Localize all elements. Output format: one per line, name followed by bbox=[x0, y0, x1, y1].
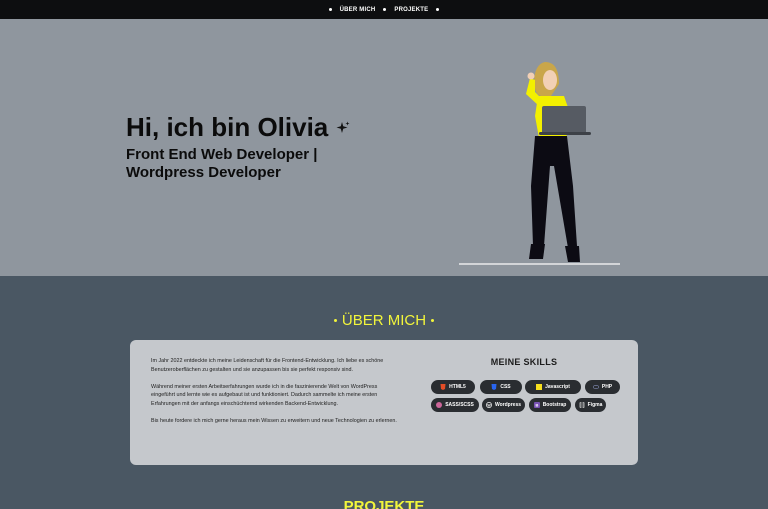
nav-link-projekte[interactable]: PROJEKTE bbox=[394, 7, 428, 13]
skill-label: PHP bbox=[601, 384, 613, 390]
svg-text:B: B bbox=[535, 403, 538, 408]
top-navigation: ÜBER MICH PROJEKTE bbox=[0, 0, 768, 19]
about-heading: ÜBER MICH bbox=[0, 312, 768, 329]
heading-dot bbox=[431, 319, 435, 322]
hero-title: Hi, ich bin Olivia bbox=[126, 112, 350, 143]
skill-badge-javascript: Javascript bbox=[525, 380, 581, 394]
about-paragraph: Bis heute fordere ich mich gerne heraus … bbox=[151, 418, 397, 425]
developer-illustration bbox=[459, 62, 620, 265]
skills-title: MEINE SKILLS bbox=[490, 357, 558, 367]
heading-dot bbox=[333, 319, 337, 322]
wordpress-icon: W bbox=[486, 402, 492, 408]
about-card: Im Jahr 2022 entdeckte ich meine Leidens… bbox=[130, 340, 638, 465]
nav-separator-dot bbox=[328, 8, 332, 11]
sass-icon bbox=[436, 402, 443, 408]
javascript-icon bbox=[536, 384, 543, 390]
about-paragraph: Im Jahr 2022 entdeckte ich meine Leidens… bbox=[151, 358, 384, 373]
html5-icon bbox=[440, 384, 446, 390]
skill-badge-bootstrap: B Bootstrap bbox=[529, 398, 571, 412]
about-text: Im Jahr 2022 entdeckte ich meine Leidens… bbox=[151, 357, 401, 434]
skill-label: Bootstrap bbox=[542, 402, 567, 408]
hero-subtitle: Front End Web Developer | Wordpress Deve… bbox=[126, 146, 318, 181]
php-icon bbox=[592, 385, 599, 389]
nav-link-ueber-mich[interactable]: ÜBER MICH bbox=[340, 7, 376, 13]
skill-badge-wordpress: W Wordpress bbox=[482, 398, 525, 412]
sparkle-icon bbox=[336, 121, 350, 133]
skill-badge-html5: HTML5 bbox=[431, 380, 475, 394]
css3-icon bbox=[491, 384, 497, 390]
projects-heading: PROJEKTE bbox=[343, 498, 425, 509]
skill-badge-figma: Figma bbox=[575, 398, 606, 412]
about-paragraph: Während meiner ersten Arbeitserfahrungen… bbox=[151, 383, 378, 407]
skill-label: HTML5 bbox=[449, 384, 466, 390]
hero-section: Hi, ich bin Olivia Front End Web Develop… bbox=[0, 19, 768, 276]
nav-separator-dot bbox=[383, 8, 387, 11]
skill-badge-sass: SASS/SCSS bbox=[431, 398, 479, 412]
nav-separator-dot bbox=[436, 8, 440, 11]
bootstrap-icon: B bbox=[533, 402, 540, 408]
skill-label: Wordpress bbox=[494, 402, 522, 408]
skill-label: SASS/SCSS bbox=[445, 402, 474, 408]
skill-label: Figma bbox=[587, 402, 603, 408]
hero-title-text: Hi, ich bin Olivia bbox=[126, 112, 329, 142]
figma-icon bbox=[579, 402, 584, 408]
skill-badge-css: CSS bbox=[480, 380, 522, 394]
skill-label: Javascript bbox=[545, 384, 570, 390]
skill-badge-php: PHP bbox=[585, 380, 620, 394]
skill-label: CSS bbox=[500, 384, 511, 390]
about-heading-text: ÜBER MICH bbox=[341, 312, 427, 329]
